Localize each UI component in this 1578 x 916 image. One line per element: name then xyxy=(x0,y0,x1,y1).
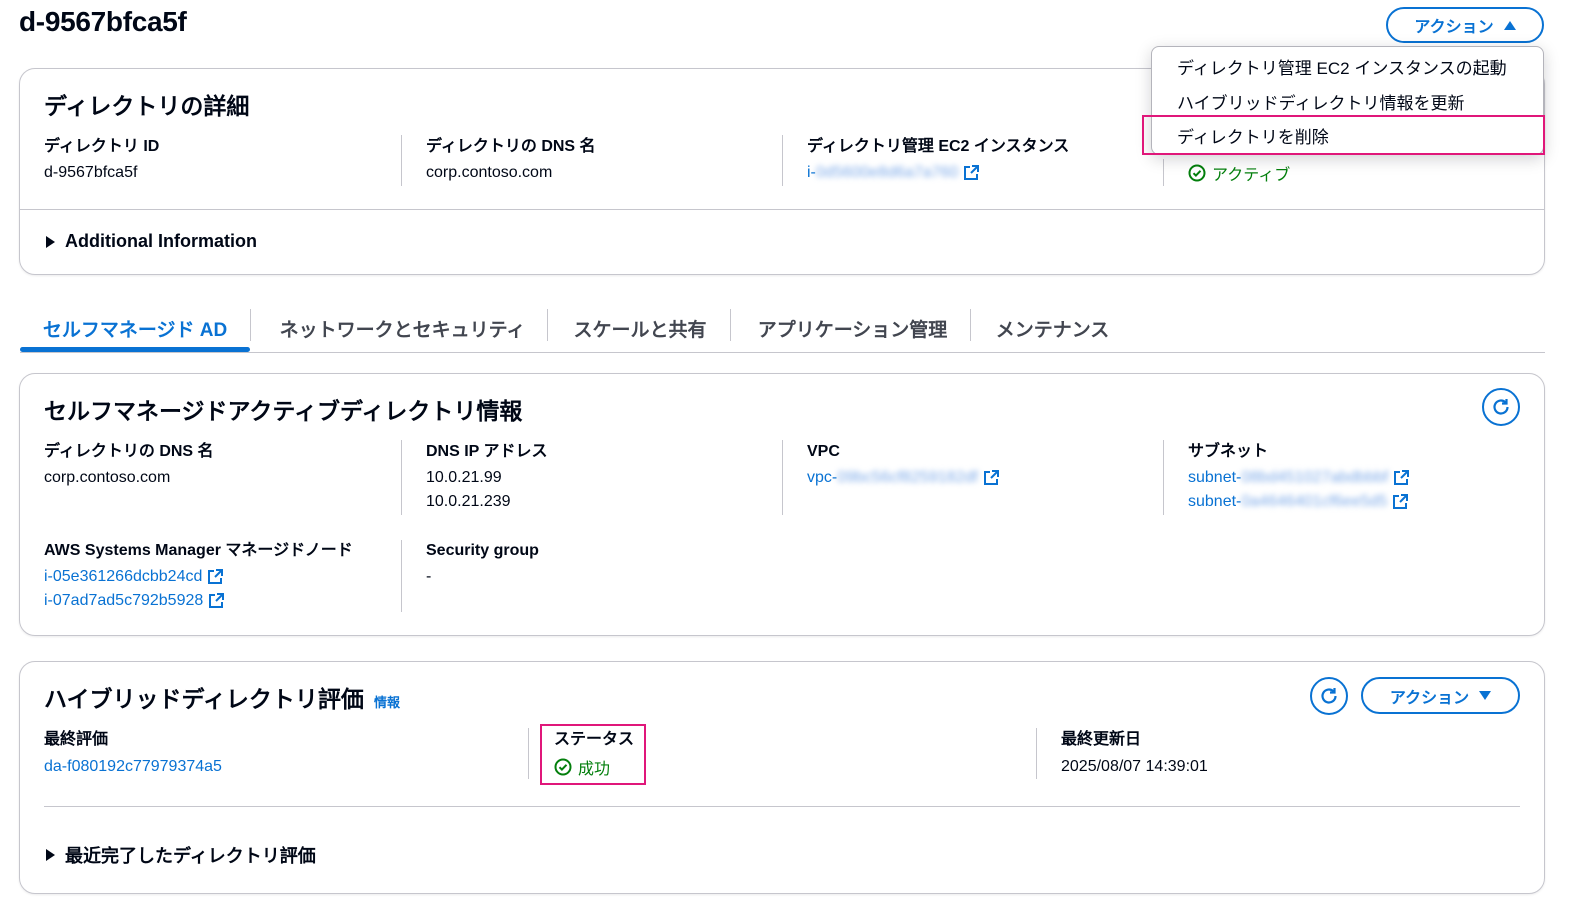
status-active: アクティブ xyxy=(1188,161,1290,185)
refresh-icon xyxy=(1321,688,1337,704)
external-link-icon xyxy=(1393,494,1409,509)
actions-button[interactable]: アクション xyxy=(1386,7,1544,43)
ssm-node-link[interactable]: i-05e361266dcbb24cd xyxy=(44,565,353,589)
tab-application-management[interactable]: アプリケーション管理 xyxy=(740,305,965,352)
column-divider xyxy=(401,540,402,612)
directory-id-value: d-9567bfca5f xyxy=(44,164,138,181)
last-assessment-field: 最終評価 da-f080192c77979374a5 xyxy=(44,729,222,779)
dns-name-field: ディレクトリの DNS 名 corp.contoso.com xyxy=(426,136,596,185)
dns-name-label: ディレクトリの DNS 名 xyxy=(426,138,596,155)
last-assessment-label: 最終評価 xyxy=(44,731,109,748)
actions-button-label: アクション xyxy=(1414,19,1494,36)
info-link[interactable]: 情報 xyxy=(374,692,400,711)
refresh-icon xyxy=(1493,399,1509,415)
additional-information-expander[interactable]: Additional Information xyxy=(46,231,257,252)
subnet-field: サブネット subnet-08bd451027abdbbbf subnet-0a… xyxy=(1188,441,1410,514)
hybrid-assessment-panel: ハイブリッドディレクトリ評価 情報 アクション 最終評価 da-f080192c… xyxy=(19,661,1545,894)
hybrid-actions-button[interactable]: アクション xyxy=(1361,677,1520,714)
menu-item-launch-ec2[interactable]: ディレクトリ管理 EC2 インスタンスの起動 xyxy=(1152,49,1543,83)
vpc-label: VPC xyxy=(807,443,840,460)
dns-ip-value: 10.0.21.99 xyxy=(426,469,502,486)
directory-id-field: ディレクトリ ID d-9567bfca5f xyxy=(44,136,159,185)
dns-name-value: corp.contoso.com xyxy=(426,164,553,181)
last-updated-label: 最終更新日 xyxy=(1061,731,1142,748)
column-divider xyxy=(1163,159,1164,186)
ssm-node-link[interactable]: i-07ad7ad5c792b5928 xyxy=(44,589,353,613)
tab-maintenance[interactable]: メンテナンス xyxy=(980,305,1125,352)
status-field: アクティブ xyxy=(1188,161,1290,185)
dns-ip-field: DNS IP アドレス 10.0.21.99 10.0.21.239 xyxy=(426,441,548,514)
section-divider xyxy=(44,806,1520,807)
subnet-link[interactable]: subnet-0a4646401cf6ee5d5 xyxy=(1188,490,1410,514)
column-divider xyxy=(401,135,402,186)
directory-details-title: ディレクトリの詳細 xyxy=(44,93,250,119)
vpc-link[interactable]: vpc-09bc56cf8259182df xyxy=(807,466,1000,490)
caret-right-icon xyxy=(46,849,55,861)
external-link-icon xyxy=(209,593,225,608)
last-assessment-link[interactable]: da-f080192c77979374a5 xyxy=(44,755,222,779)
column-divider xyxy=(782,135,783,186)
ec2-instance-field: ディレクトリ管理 EC2 インスタンス i-0d5600e8d6a7a760 xyxy=(807,136,1069,185)
caret-right-icon xyxy=(46,235,55,248)
active-tab-indicator xyxy=(20,347,250,352)
ec2-instance-link[interactable]: i-0d5600e8d6a7a760 xyxy=(807,161,1069,185)
column-divider xyxy=(1036,728,1037,779)
sm-dns-name-value: corp.contoso.com xyxy=(44,469,171,486)
refresh-button[interactable] xyxy=(1482,388,1520,426)
sm-dns-name-label: ディレクトリの DNS 名 xyxy=(44,443,214,460)
tab-network-security[interactable]: ネットワークとセキュリティ xyxy=(260,305,545,352)
directory-id-label: ディレクトリ ID xyxy=(44,138,160,155)
caret-up-icon xyxy=(1503,20,1516,30)
tab-divider xyxy=(970,309,971,341)
security-group-field: Security group - xyxy=(426,540,539,589)
hybrid-assessment-title: ハイブリッドディレクトリ評価 xyxy=(44,686,364,712)
tab-bar: セルフマネージド AD ネットワークとセキュリティ スケールと共有 アプリケーシ… xyxy=(20,305,1545,353)
subnet-link[interactable]: subnet-08bd451027abdbbbf xyxy=(1188,466,1410,490)
security-group-label: Security group xyxy=(426,542,539,559)
external-link-icon xyxy=(1394,470,1410,485)
tab-divider xyxy=(250,309,251,341)
self-managed-ad-title: セルフマネージドアクティブディレクトリ情報 xyxy=(44,398,523,424)
recent-assessments-label: 最近完了したディレクトリ評価 xyxy=(65,846,316,866)
vpc-field: VPC vpc-09bc56cf8259182df xyxy=(807,441,1000,490)
success-icon xyxy=(1188,164,1206,182)
dns-ip-value: 10.0.21.239 xyxy=(426,493,511,510)
hybrid-actions-label: アクション xyxy=(1389,689,1470,707)
dns-ip-label: DNS IP アドレス xyxy=(426,443,548,460)
sm-dns-name-field: ディレクトリの DNS 名 corp.contoso.com xyxy=(44,441,214,490)
caret-down-icon xyxy=(1479,691,1492,700)
refresh-button[interactable] xyxy=(1310,677,1348,715)
status-highlight xyxy=(540,724,646,785)
column-divider xyxy=(401,440,402,515)
tab-self-managed-ad[interactable]: セルフマネージド AD xyxy=(20,305,250,352)
column-divider xyxy=(528,728,529,779)
page-title: d-9567bfca5f xyxy=(19,6,187,37)
ssm-managed-node-field: AWS Systems Manager マネージドノード i-05e361266… xyxy=(44,540,353,613)
security-group-value: - xyxy=(426,568,432,585)
column-divider xyxy=(782,440,783,515)
hybrid-assessment-title-row: ハイブリッドディレクトリ評価 情報 xyxy=(44,680,400,714)
tab-divider xyxy=(547,309,548,341)
external-link-icon xyxy=(983,470,999,485)
delete-highlight xyxy=(1142,115,1545,155)
self-managed-ad-panel: セルフマネージドアクティブディレクトリ情報 ディレクトリの DNS 名 corp… xyxy=(19,373,1545,636)
last-updated-field: 最終更新日 2025/08/07 14:39:01 xyxy=(1061,729,1208,779)
tab-divider xyxy=(730,309,731,341)
recent-assessments-expander[interactable]: 最近完了したディレクトリ評価 xyxy=(46,842,316,868)
section-divider xyxy=(20,209,1544,210)
last-updated-value: 2025/08/07 14:39:01 xyxy=(1061,758,1208,775)
external-link-icon xyxy=(208,569,224,584)
ssm-managed-node-label: AWS Systems Manager マネージドノード xyxy=(44,542,353,559)
external-link-icon xyxy=(964,165,980,180)
ec2-instance-label: ディレクトリ管理 EC2 インスタンス xyxy=(807,138,1070,155)
subnet-label: サブネット xyxy=(1188,443,1269,460)
menu-item-update-hybrid[interactable]: ハイブリッドディレクトリ情報を更新 xyxy=(1152,84,1543,118)
tab-scale-share[interactable]: スケールと共有 xyxy=(555,305,725,352)
column-divider xyxy=(1163,440,1164,515)
additional-information-label: Additional Information xyxy=(65,231,257,251)
